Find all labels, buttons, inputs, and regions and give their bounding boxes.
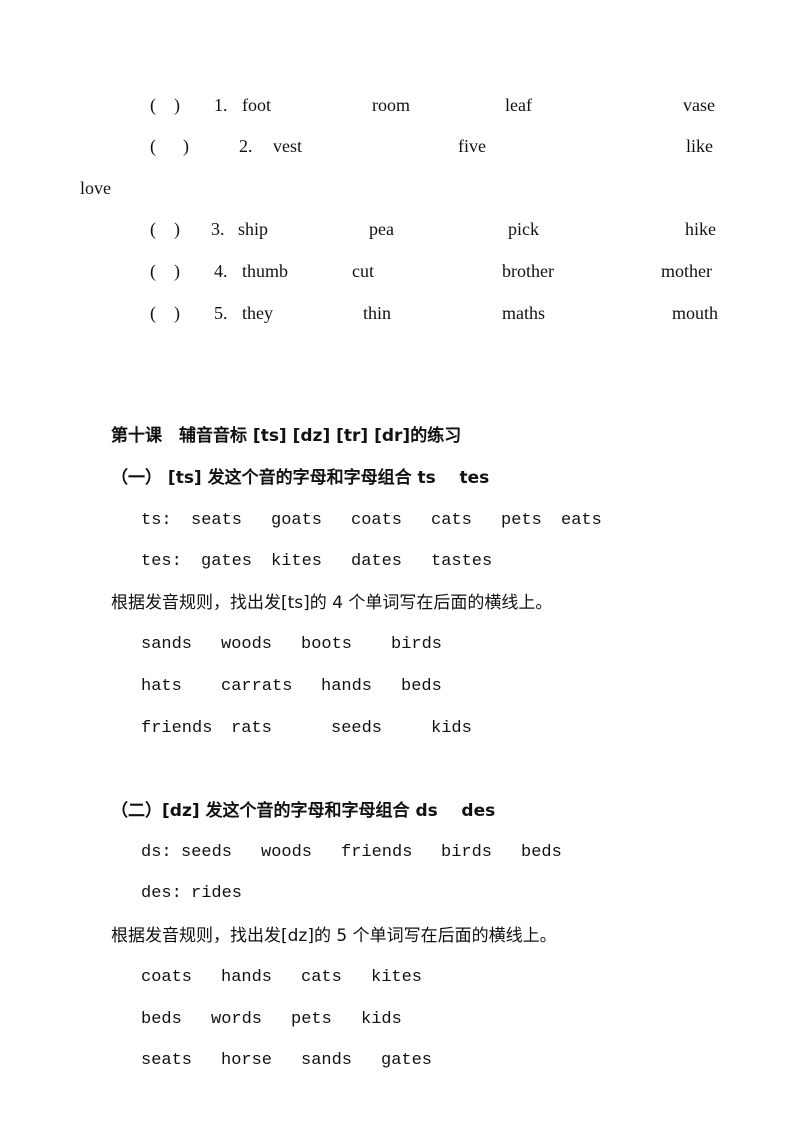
word: love: [80, 178, 111, 198]
word: dates: [351, 552, 403, 571]
label: tes:: [141, 552, 182, 571]
word: kids: [431, 719, 472, 738]
section-heading: （一） [ts] 发这个音的字母和字母组合 ts tes: [111, 468, 490, 488]
word: pea: [369, 219, 394, 239]
answer-bracket: ( ): [150, 303, 180, 323]
item-number: 4.: [214, 261, 228, 281]
word: rats: [231, 719, 272, 738]
label: ds:: [141, 843, 172, 862]
word: they: [242, 303, 273, 323]
word: sands: [301, 1051, 353, 1070]
word: pets: [501, 511, 542, 530]
word: leaf: [505, 95, 532, 115]
word: beds: [141, 1010, 182, 1029]
word: sands: [141, 635, 193, 654]
word: vase: [683, 95, 715, 115]
word: carrats: [221, 677, 293, 696]
word: hands: [221, 968, 273, 987]
word: rides: [191, 884, 243, 903]
word: seats: [191, 511, 243, 530]
word: hike: [685, 219, 716, 239]
word: boots: [301, 635, 353, 654]
word: cut: [352, 261, 374, 281]
word: cats: [301, 968, 342, 987]
word: hats: [141, 677, 182, 696]
label: des:: [141, 884, 182, 903]
word: seats: [141, 1051, 193, 1070]
word: coats: [141, 968, 193, 987]
answer-bracket: ( ): [150, 95, 180, 115]
word: eats: [561, 511, 602, 530]
word: cats: [431, 511, 472, 530]
word: horse: [221, 1051, 273, 1070]
label: ts:: [141, 511, 172, 530]
instruction: 根据发音规则，找出发[dz]的 5 个单词写在后面的横线上。: [111, 926, 557, 946]
word: pets: [291, 1010, 332, 1029]
word: kites: [371, 968, 423, 987]
word: mouth: [672, 303, 719, 323]
word: seeds: [181, 843, 233, 862]
answer-bracket: ( ): [150, 261, 180, 281]
word: five: [458, 136, 486, 156]
item-number: 3.: [211, 219, 225, 239]
word: woods: [261, 843, 313, 862]
word: kids: [361, 1010, 402, 1029]
word: vest: [273, 136, 302, 156]
word: thin: [363, 303, 392, 323]
word: like: [686, 136, 713, 156]
lesson-title: 第十课 辅音音标 [ts] [dz] [tr] [dr]的练习: [111, 426, 462, 446]
document-page: ( ) 1. foot room leaf vase ( ) 2. vest five like ( …: [0, 0, 794, 1123]
word: hands: [321, 677, 373, 696]
word: friends: [141, 719, 213, 738]
word: birds: [441, 843, 493, 862]
word: goats: [271, 511, 323, 530]
word: kites: [271, 552, 323, 571]
word: gates: [381, 1051, 433, 1070]
section-heading: （二）[dz] 发这个音的字母和字母组合 ds des: [111, 801, 496, 821]
word: words: [211, 1010, 263, 1029]
item-number: 1.: [214, 95, 228, 115]
word: room: [372, 95, 410, 115]
item-number: 5.: [214, 303, 228, 323]
word: ship: [238, 219, 269, 239]
word: tastes: [431, 552, 493, 571]
word: seeds: [331, 719, 383, 738]
word: beds: [521, 843, 562, 862]
word: friends: [341, 843, 413, 862]
item-number: 2.: [239, 136, 253, 156]
answer-bracket: ( ): [150, 136, 189, 156]
word: maths: [502, 303, 545, 323]
word: foot: [242, 95, 271, 115]
word: gates: [201, 552, 253, 571]
instruction: 根据发音规则，找出发[ts]的 4 个单词写在后面的横线上。: [111, 593, 553, 613]
word: woods: [221, 635, 273, 654]
word: pick: [508, 219, 539, 239]
word: brother: [502, 261, 554, 281]
word: birds: [391, 635, 443, 654]
word: coats: [351, 511, 403, 530]
word: mother: [661, 261, 712, 281]
word: beds: [401, 677, 442, 696]
answer-bracket: ( ): [150, 219, 180, 239]
word: thumb: [242, 261, 289, 281]
